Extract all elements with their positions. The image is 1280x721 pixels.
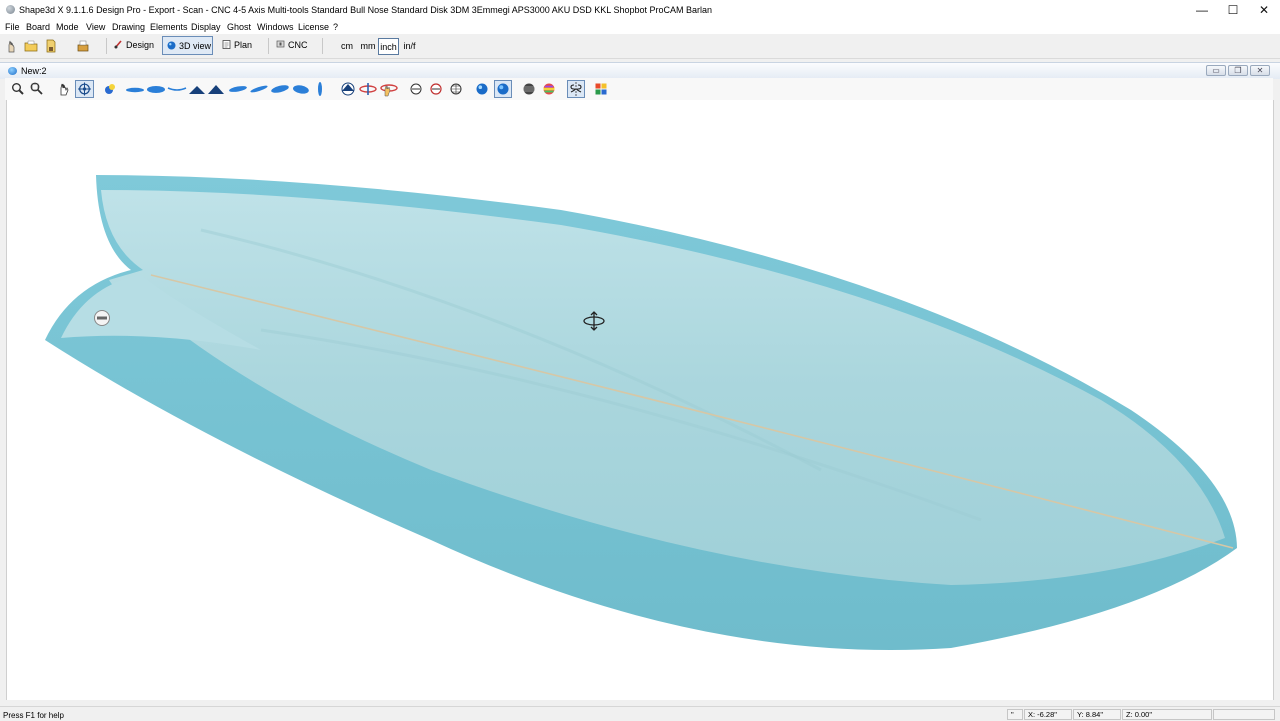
status-bar: Press F1 for help " X: -6.28" Y: 8.84" Z…	[0, 706, 1280, 721]
x-coordinate: X: -6.28"	[1024, 709, 1072, 720]
rotate-icon[interactable]	[75, 80, 94, 98]
rotate-y-icon[interactable]	[379, 81, 399, 97]
3d-sphere-icon	[167, 41, 176, 50]
menu-mode[interactable]: Mode	[56, 22, 79, 32]
cnc-mode-label: CNC	[288, 40, 308, 50]
board-rocker-view-icon[interactable]	[167, 81, 187, 97]
plan-mode-button[interactable]: Plan	[218, 36, 260, 55]
menu-display[interactable]: Display	[191, 22, 221, 32]
unit-indicator: "	[1007, 709, 1023, 720]
wireframe-sphere-icon[interactable]	[522, 81, 536, 97]
y-coordinate: Y: 8.84"	[1073, 709, 1121, 720]
plan-icon	[222, 40, 231, 49]
cnc-machine-icon	[276, 40, 285, 48]
fin-plug-slot	[97, 316, 107, 320]
menu-bar: File Board Mode View Drawing Elements Di…	[0, 20, 1280, 34]
board-deck	[101, 190, 1225, 585]
globe-icon[interactable]	[449, 81, 463, 97]
minimize-button[interactable]: —	[1187, 0, 1217, 20]
open-folder-icon[interactable]	[24, 39, 38, 53]
view-toolbar	[5, 78, 1273, 100]
board-front-view-icon[interactable]	[315, 81, 325, 97]
smooth-shading-icon[interactable]	[494, 80, 512, 98]
menu-ghost[interactable]: Ghost	[227, 22, 251, 32]
rotate-x-icon[interactable]	[359, 81, 377, 97]
main-toolbar: Design 3D view Plan CNC cm mm inch in/f	[0, 34, 1280, 59]
document-icon	[8, 67, 17, 75]
save-icon[interactable]	[44, 39, 58, 53]
board-perspective-2-icon[interactable]	[249, 81, 269, 97]
design-icon	[114, 40, 122, 49]
board-bottom-view-icon[interactable]	[146, 81, 166, 97]
toolbar-separator	[106, 38, 107, 54]
board-side-view-icon[interactable]	[125, 81, 145, 97]
axis-view-icon[interactable]	[339, 81, 357, 97]
3d-view-mode-label: 3D view	[179, 41, 212, 51]
cnc-mode-button[interactable]: CNC	[272, 36, 316, 55]
design-mode-button[interactable]: Design	[110, 36, 157, 55]
shaded-sphere-icon[interactable]	[475, 81, 489, 97]
title-bar: Shape3d X 9.1.1.6 Design Pro - Export - …	[0, 0, 1280, 20]
status-help-text: Press F1 for help	[3, 711, 64, 720]
3d-view-mode-button[interactable]: 3D view	[162, 36, 213, 55]
unit-mm[interactable]: mm	[358, 38, 378, 55]
color-palette-icon[interactable]	[594, 81, 608, 97]
menu-view[interactable]: View	[86, 22, 105, 32]
maximize-button[interactable]: ☐	[1218, 0, 1248, 20]
menu-windows[interactable]: Windows	[257, 22, 294, 32]
unit-in-f[interactable]: in/f	[400, 38, 419, 55]
unit-inch[interactable]: inch	[378, 38, 399, 55]
document-close-button[interactable]: ✕	[1250, 65, 1270, 76]
curvature-sphere-icon[interactable]	[542, 81, 556, 97]
menu-file[interactable]: File	[5, 22, 20, 32]
toolbar-separator	[322, 38, 323, 54]
menu-help[interactable]: ?	[333, 22, 338, 32]
surfboard-3d-model[interactable]	[7, 100, 1273, 700]
menu-elements[interactable]: Elements	[150, 22, 188, 32]
hand-icon[interactable]	[5, 39, 19, 53]
status-panel	[1213, 709, 1275, 720]
board-nose-view-icon[interactable]	[207, 81, 225, 97]
menu-license[interactable]: License	[298, 22, 329, 32]
board-perspective-3-icon[interactable]	[270, 81, 290, 97]
symmetry-icon[interactable]	[567, 80, 585, 98]
printer-icon[interactable]	[76, 39, 90, 53]
board-perspective-1-icon[interactable]	[228, 81, 248, 97]
unit-cm[interactable]: cm	[337, 38, 357, 55]
zoom-icon[interactable]	[10, 81, 26, 97]
document-restore-button[interactable]: ❐	[1228, 65, 1248, 76]
app-icon	[6, 5, 15, 14]
plan-mode-label: Plan	[234, 40, 253, 50]
light-icon[interactable]	[102, 81, 118, 97]
pan-hand-icon[interactable]	[56, 81, 72, 97]
board-tail-view-icon[interactable]	[188, 81, 206, 97]
menu-drawing[interactable]: Drawing	[112, 22, 145, 32]
board-perspective-4-icon[interactable]	[291, 81, 311, 97]
window-title: Shape3d X 9.1.1.6 Design Pro - Export - …	[19, 5, 712, 15]
board-front-solid-icon[interactable]	[429, 81, 443, 97]
z-coordinate: Z: 0.00"	[1122, 709, 1212, 720]
close-button[interactable]: ✕	[1249, 0, 1279, 20]
document-minimize-button[interactable]: ▭	[1206, 65, 1226, 76]
document-title-bar: New:2 ▭ ❐ ✕	[0, 62, 1280, 79]
toolbar-separator	[268, 38, 269, 54]
menu-board[interactable]: Board	[26, 22, 50, 32]
3d-viewport[interactable]	[6, 100, 1274, 700]
board-front-outline-icon[interactable]	[409, 81, 423, 97]
zoom-window-icon[interactable]	[29, 81, 45, 97]
design-mode-label: Design	[126, 40, 155, 50]
document-title: New:2	[21, 66, 47, 76]
